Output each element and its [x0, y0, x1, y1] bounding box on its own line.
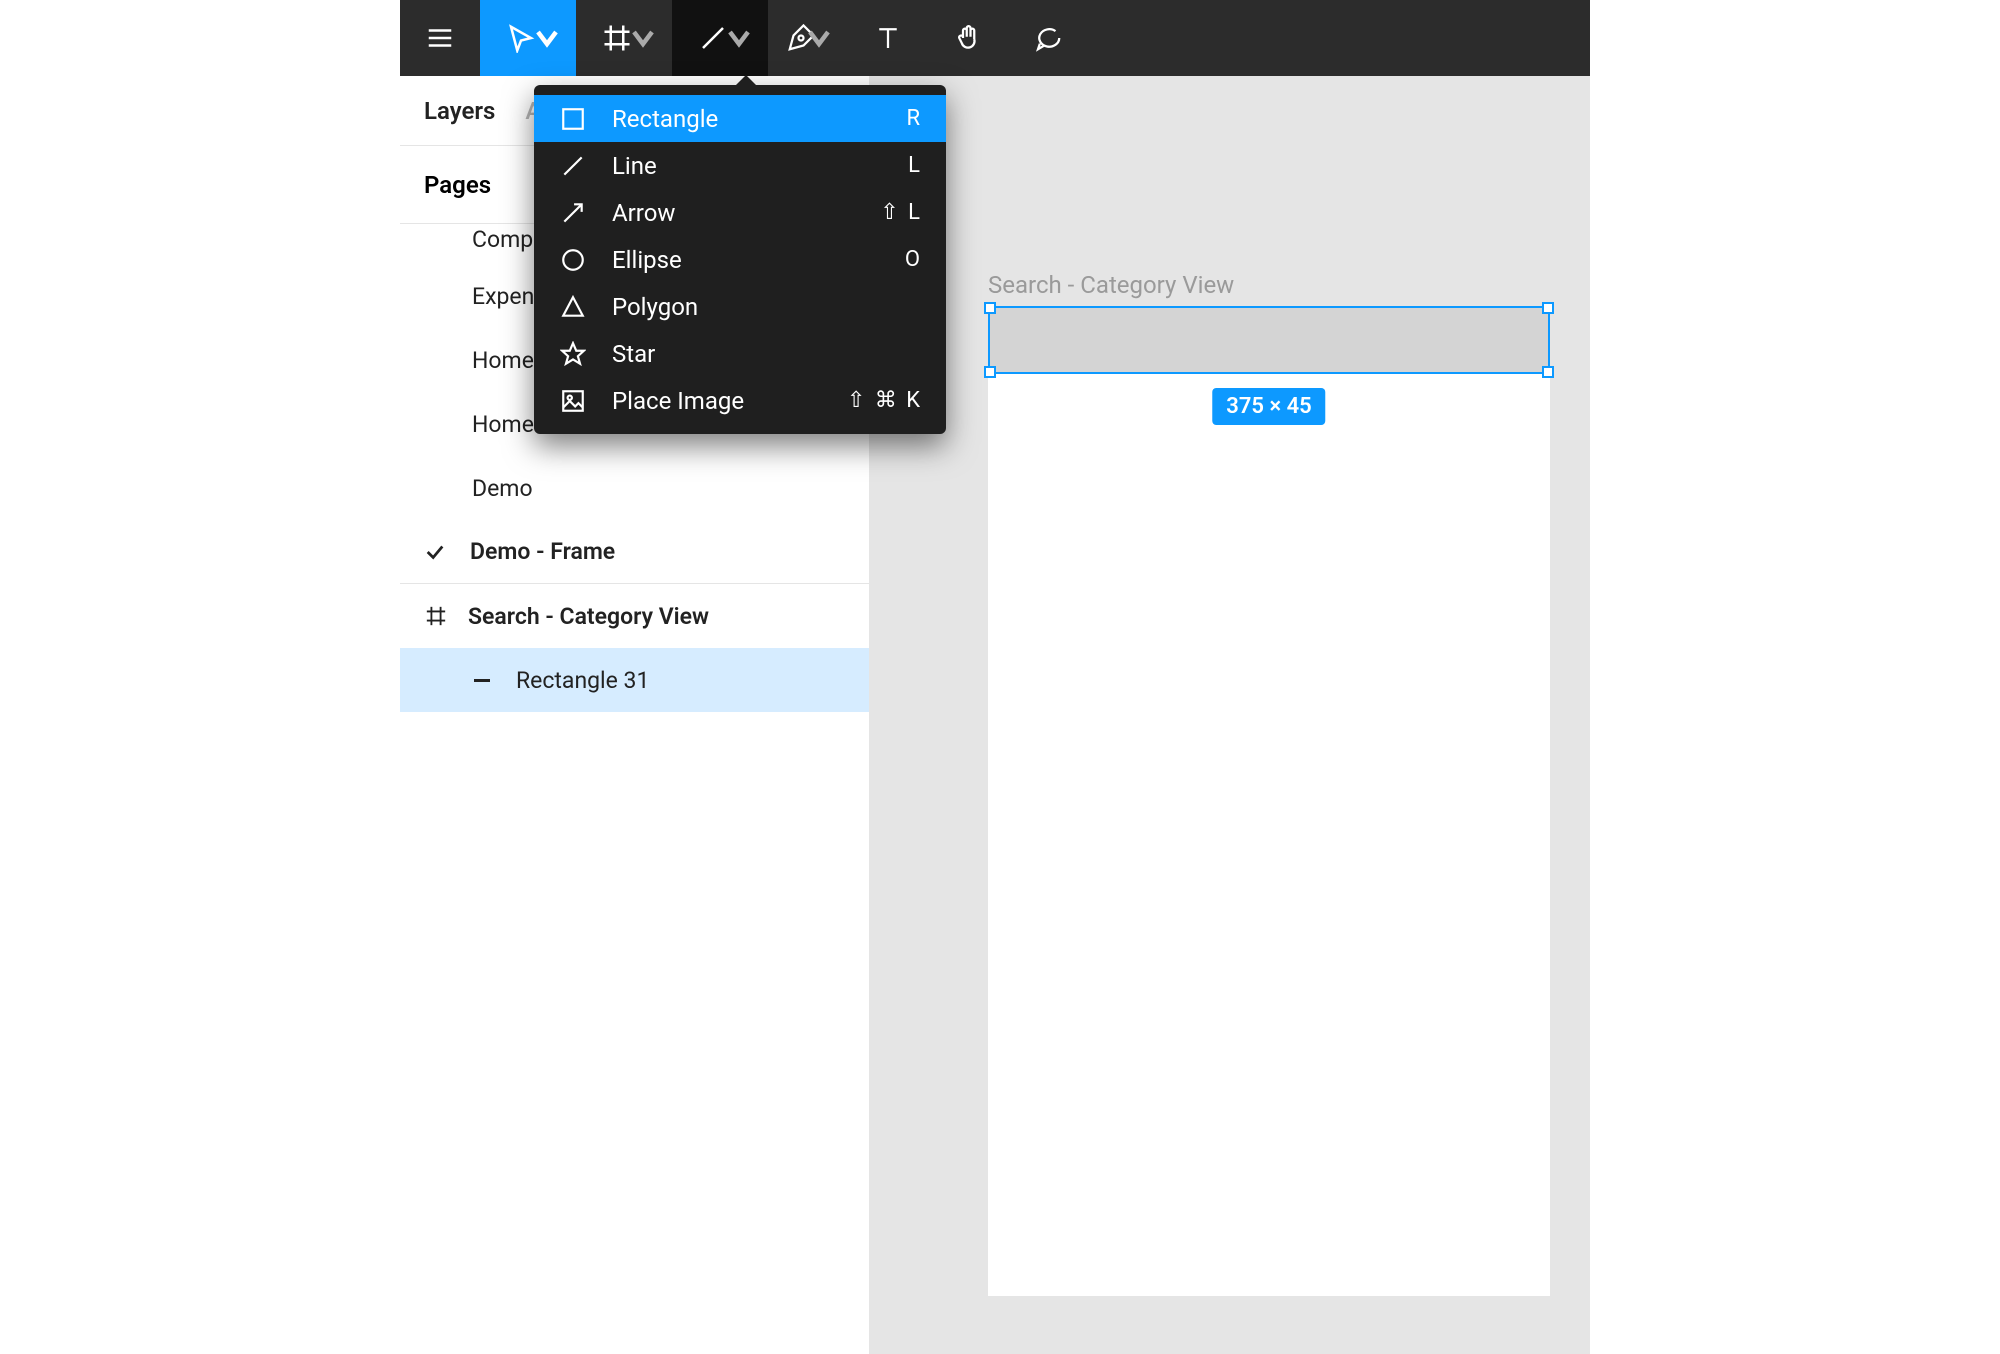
menu-item-shortcut: R — [906, 106, 922, 131]
menu-item-shortcut: L — [908, 153, 922, 178]
menu-item-label: Ellipse — [612, 246, 881, 274]
page-item[interactable]: Demo — [400, 456, 869, 520]
image-icon — [558, 388, 588, 414]
star-icon — [558, 341, 588, 367]
resize-handle-tl[interactable] — [984, 302, 996, 314]
menu-button[interactable] — [400, 0, 480, 76]
resize-handle-tr[interactable] — [1542, 302, 1554, 314]
rectangle-icon — [558, 106, 588, 132]
text-tool-button[interactable] — [848, 0, 928, 76]
menu-item-label: Rectangle — [612, 105, 882, 133]
canvas-frame[interactable]: 375 × 45 — [988, 306, 1550, 1296]
menu-item-shortcut: O — [905, 247, 922, 272]
tab-layers[interactable]: Layers — [424, 97, 495, 125]
shape-tool-button[interactable] — [672, 0, 768, 76]
frame-icon — [424, 605, 448, 627]
menu-item-label: Place Image — [612, 387, 823, 415]
ellipse-icon — [558, 247, 588, 273]
canvas[interactable]: Search - Category View 375 × 45 — [870, 76, 1590, 1354]
resize-handle-br[interactable] — [1542, 366, 1554, 378]
rectangle-layer-icon — [474, 679, 490, 682]
menu-item-ellipse[interactable]: Ellipse O — [534, 236, 946, 283]
frame-layer-row[interactable]: Search - Category View — [400, 584, 869, 648]
check-icon — [424, 541, 448, 563]
hand-tool-button[interactable] — [928, 0, 1008, 76]
menu-item-polygon[interactable]: Polygon — [534, 283, 946, 330]
polygon-icon — [558, 294, 588, 320]
menu-item-star[interactable]: Star — [534, 330, 946, 377]
menu-item-label: Polygon — [612, 293, 898, 321]
dimensions-badge: 375 × 45 — [1212, 388, 1325, 425]
move-tool-button[interactable] — [480, 0, 576, 76]
menu-item-label: Arrow — [612, 199, 856, 227]
app-container: Layers A Pages Comp… Expen… Home Home De… — [400, 0, 1590, 1354]
line-icon — [558, 153, 588, 179]
menu-item-shortcut: ⇧ L — [880, 200, 922, 225]
menu-item-place-image[interactable]: Place Image ⇧ ⌘ K — [534, 377, 946, 424]
shape-tool-dropdown: Rectangle R Line L Arrow ⇧ L Ellipse O P… — [534, 85, 946, 434]
pen-tool-button[interactable] — [768, 0, 848, 76]
menu-item-arrow[interactable]: Arrow ⇧ L — [534, 189, 946, 236]
resize-handle-bl[interactable] — [984, 366, 996, 378]
menu-item-label: Star — [612, 340, 898, 368]
comment-tool-button[interactable] — [1008, 0, 1088, 76]
selected-layer-row[interactable]: Rectangle 31 — [400, 648, 869, 712]
menu-item-rectangle[interactable]: Rectangle R — [534, 95, 946, 142]
frame-tool-button[interactable] — [576, 0, 672, 76]
menu-item-line[interactable]: Line L — [534, 142, 946, 189]
selected-layer-label: Rectangle 31 — [516, 667, 649, 694]
frame-layer-label: Search - Category View — [468, 603, 709, 630]
page-item-label: Demo - Frame — [470, 538, 615, 565]
canvas-frame-label[interactable]: Search - Category View — [988, 271, 1234, 299]
selected-rectangle[interactable]: 375 × 45 — [988, 306, 1550, 374]
toolbar — [400, 0, 1590, 76]
menu-item-label: Line — [612, 152, 884, 180]
menu-item-shortcut: ⇧ ⌘ K — [847, 388, 922, 413]
page-item-current[interactable]: Demo - Frame — [400, 520, 869, 584]
arrow-icon — [558, 200, 588, 226]
